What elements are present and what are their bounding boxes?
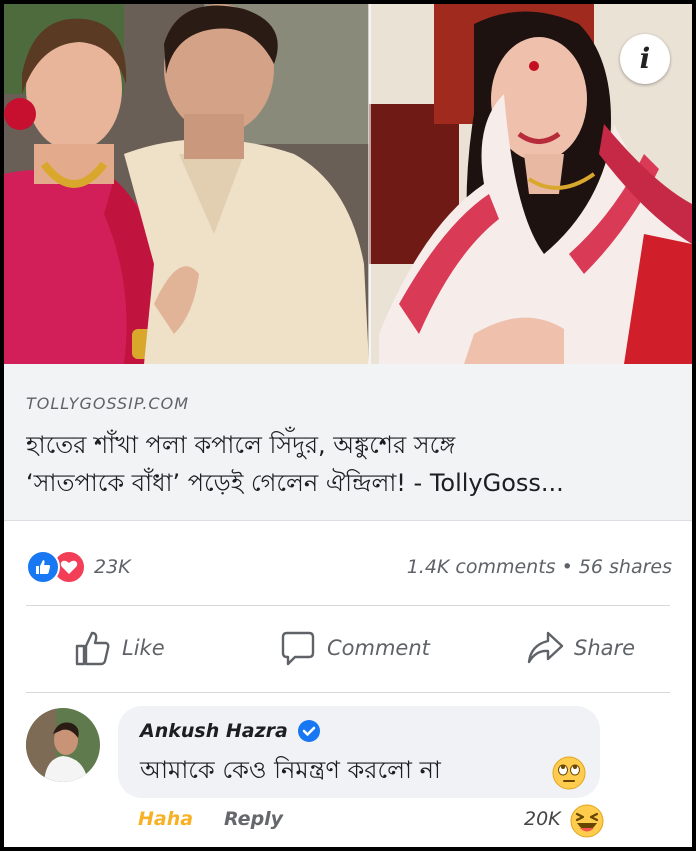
engagement-counts: 1.4K comments • 56 shares: [407, 556, 672, 578]
link-domain: TOLLYGOSSIP.COM: [26, 394, 189, 413]
reaction-icons[interactable]: [26, 550, 86, 584]
link-headline: হাতের শাঁখা পলা কপালে সিঁদুর, অঙ্কুশের স…: [26, 426, 676, 502]
like-button[interactable]: Like: [74, 628, 165, 668]
headline-line-1: হাতের শাঁখা পলা কপালে সিঁদুর, অঙ্কুশের স…: [26, 431, 456, 459]
reply-link[interactable]: Reply: [224, 808, 283, 830]
share-button[interactable]: Share: [526, 628, 635, 668]
comment-text: আমাকে কেও নিমন্ত্রণ করলো না: [140, 756, 441, 784]
thumbs-up-icon: [75, 631, 110, 666]
author-name: Ankush Hazra: [140, 720, 288, 742]
laughing-emoji-icon: [570, 804, 604, 838]
action-bar: Like Comment Share: [4, 620, 692, 676]
comments-count[interactable]: 1.4K comments: [407, 556, 556, 578]
comment-label: Comment: [327, 636, 430, 660]
post-stats: 23K 1.4K comments • 56 shares: [4, 544, 692, 588]
comment-button[interactable]: Comment: [279, 628, 430, 668]
comment-icon: [281, 631, 315, 666]
facebook-post-card: i TOLLYGOSSIP.COM হাতের শাঁখা পলা কপালে …: [4, 4, 692, 847]
shares-count[interactable]: 56 shares: [579, 556, 672, 578]
reaction-count[interactable]: 23K: [94, 556, 131, 578]
post-photo: [4, 4, 692, 364]
headline-line-2: ‘সাতপাকে বাঁধা’ পড়েই গেলেন ঐন্দ্রিলা! -…: [26, 469, 564, 497]
comment-meta: Haha Reply 20K: [4, 804, 692, 840]
comment-reaction-count[interactable]: 20K: [524, 808, 561, 830]
link-preview[interactable]: TOLLYGOSSIP.COM হাতের শাঁখা পলা কপালে সি…: [4, 364, 692, 521]
comment-author[interactable]: Ankush Hazra: [140, 720, 320, 742]
verified-badge-icon: [297, 720, 320, 742]
avatar[interactable]: [26, 708, 100, 782]
like-reaction-icon: [26, 550, 60, 584]
like-label: Like: [122, 636, 165, 660]
eye-roll-emoji-icon: [552, 756, 586, 790]
info-icon[interactable]: i: [620, 34, 670, 84]
share-label: Share: [574, 636, 636, 660]
post-image[interactable]: i: [4, 4, 692, 364]
comment-bubble: Ankush Hazra আমাকে কেও নিমন্ত্রণ করলো না: [118, 706, 600, 798]
haha-reaction-link[interactable]: Haha: [138, 808, 193, 830]
share-arrow-icon: [527, 631, 564, 664]
separator-dot: •: [561, 556, 573, 578]
divider: [26, 692, 670, 693]
divider: [26, 605, 670, 606]
